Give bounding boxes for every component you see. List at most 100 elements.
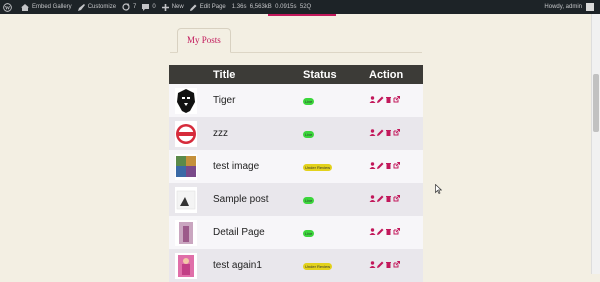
status-badge: Under Review xyxy=(303,263,333,270)
table-row: Tiger Live xyxy=(169,84,423,117)
mouse-cursor-icon xyxy=(435,184,442,194)
pencil-icon xyxy=(189,4,197,11)
external-link-icon[interactable] xyxy=(393,95,400,106)
status-badge: Live xyxy=(303,98,315,105)
view-user-icon[interactable] xyxy=(369,194,376,205)
post-thumbnail[interactable] xyxy=(169,84,213,117)
comments-count: 0 xyxy=(152,4,156,10)
scrollbar[interactable] xyxy=(591,14,600,274)
view-user-icon[interactable] xyxy=(369,128,376,139)
posts-table: Title Status Action Tiger Live zzz Live test… xyxy=(169,65,423,282)
status-badge: Live xyxy=(303,131,315,138)
status-cell: Live xyxy=(303,216,369,249)
table-row: Sample post Live xyxy=(169,183,423,216)
view-user-icon[interactable] xyxy=(369,95,376,106)
post-thumbnail[interactable] xyxy=(169,117,213,150)
admin-bar: W Embed Gallery Customize 7 0 New Edit P… xyxy=(0,0,600,14)
status-column-header: Status xyxy=(303,68,337,81)
action-cell xyxy=(369,84,423,117)
status-cell: Live xyxy=(303,183,369,216)
greeting-label: Howdy, admin xyxy=(544,4,582,10)
status-badge: Live xyxy=(303,197,315,204)
delete-trash-icon[interactable] xyxy=(385,95,392,106)
edit-pencil-icon[interactable] xyxy=(377,95,384,106)
scrollbar-thumb[interactable] xyxy=(593,74,599,132)
updates-count: 7 xyxy=(133,4,137,10)
post-title[interactable]: Sample post xyxy=(213,183,303,216)
wordpress-logo-icon[interactable]: W xyxy=(0,0,18,14)
action-column-header: Action xyxy=(369,68,404,81)
new-content-link[interactable]: New xyxy=(159,0,187,14)
edit-page-link[interactable]: Edit Page xyxy=(187,0,229,14)
post-title[interactable]: test image xyxy=(213,150,303,183)
perf-memory: 6,563kB xyxy=(249,4,272,10)
tab-row: My Posts xyxy=(170,28,422,53)
delete-trash-icon[interactable] xyxy=(385,227,392,238)
view-user-icon[interactable] xyxy=(369,161,376,172)
edit-pencil-icon[interactable] xyxy=(377,194,384,205)
site-name-link[interactable]: Embed Gallery xyxy=(18,0,75,14)
post-thumbnail[interactable] xyxy=(169,216,213,249)
svg-text:W: W xyxy=(5,5,11,11)
plus-icon xyxy=(161,3,169,11)
status-cell: Live xyxy=(303,117,369,150)
delete-trash-icon[interactable] xyxy=(385,128,392,139)
status-cell: Under Review xyxy=(303,249,369,282)
post-thumbnail[interactable] xyxy=(169,249,213,282)
edit-pencil-icon[interactable] xyxy=(377,161,384,172)
post-title[interactable]: test again1 xyxy=(213,249,303,282)
post-thumbnail[interactable] xyxy=(169,183,213,216)
table-header-row: Title Status Action xyxy=(169,65,423,84)
external-link-icon[interactable] xyxy=(393,128,400,139)
tab-my-posts[interactable]: My Posts xyxy=(177,28,231,53)
delete-trash-icon[interactable] xyxy=(385,260,392,271)
table-row: Detail Page Live xyxy=(169,216,423,249)
external-link-icon[interactable] xyxy=(393,161,400,172)
external-link-icon[interactable] xyxy=(393,260,400,271)
home-icon xyxy=(21,3,29,11)
status-cell: Live xyxy=(303,84,369,117)
action-cell xyxy=(369,249,423,282)
customize-label: Customize xyxy=(87,4,117,10)
post-title[interactable]: zzz xyxy=(213,117,303,150)
edit-pencil-icon[interactable] xyxy=(377,128,384,139)
accent-bar xyxy=(268,14,336,16)
view-user-icon[interactable] xyxy=(369,227,376,238)
external-link-icon[interactable] xyxy=(393,227,400,238)
thumb-column-header xyxy=(169,65,213,84)
status-badge: Live xyxy=(303,230,315,237)
paintbrush-icon xyxy=(77,3,85,11)
table-row: test image Under Review xyxy=(169,150,423,183)
external-link-icon[interactable] xyxy=(393,194,400,205)
post-title[interactable]: Tiger xyxy=(213,84,303,117)
customize-link[interactable]: Customize xyxy=(75,0,119,14)
perf-queries: 52Q xyxy=(299,4,312,10)
new-label: New xyxy=(171,4,184,10)
table-row: test again1 Under Review xyxy=(169,249,423,282)
comments-link[interactable]: 0 xyxy=(139,0,158,14)
perf-time: 1.36s xyxy=(231,4,247,10)
my-account-link[interactable]: Howdy, admin xyxy=(544,3,600,11)
title-column-header: Title xyxy=(213,68,236,81)
view-user-icon[interactable] xyxy=(369,260,376,271)
edit-pencil-icon[interactable] xyxy=(377,227,384,238)
status-badge: Under Review xyxy=(303,164,333,171)
status-cell: Under Review xyxy=(303,150,369,183)
delete-trash-icon[interactable] xyxy=(385,161,392,172)
edit-page-label: Edit Page xyxy=(199,4,226,10)
action-cell xyxy=(369,117,423,150)
perf-queries-time: 0.0915s xyxy=(275,4,297,10)
post-thumbnail[interactable] xyxy=(169,150,213,183)
avatar xyxy=(586,3,594,11)
delete-trash-icon[interactable] xyxy=(385,194,392,205)
updates-link[interactable]: 7 xyxy=(119,0,139,14)
action-cell xyxy=(369,183,423,216)
comment-icon xyxy=(142,3,150,11)
action-cell xyxy=(369,150,423,183)
updates-icon xyxy=(122,3,130,11)
query-monitor-link[interactable]: 1.36s 6,563kB 0.0915s 52Q xyxy=(229,0,314,14)
edit-pencil-icon[interactable] xyxy=(377,260,384,271)
table-row: zzz Live xyxy=(169,117,423,150)
post-title[interactable]: Detail Page xyxy=(213,216,303,249)
site-name-label: Embed Gallery xyxy=(32,4,72,10)
